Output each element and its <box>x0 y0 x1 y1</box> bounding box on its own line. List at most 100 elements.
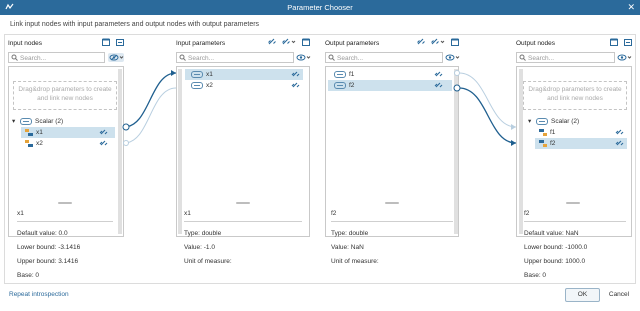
parameter-tag-icon <box>334 71 346 78</box>
input-parameters-search[interactable]: Search... <box>176 52 294 63</box>
output-nodes-title: Output nodes <box>516 40 556 47</box>
remove-node-icon[interactable] <box>116 38 124 46</box>
collapse-icon[interactable]: ▾ <box>12 117 15 125</box>
search-placeholder: Search... <box>188 54 215 62</box>
group-label: Scalar (2) <box>35 118 64 125</box>
link-icon[interactable] <box>291 70 300 79</box>
parameter-label: x2 <box>206 82 213 89</box>
unlink-menu-icon[interactable] <box>282 38 296 46</box>
detail-name: x1 <box>184 210 191 217</box>
cancel-button[interactable]: Cancel <box>606 288 632 302</box>
detail-line: Default value: NaN <box>524 230 579 237</box>
add-parameter-icon[interactable] <box>302 38 310 46</box>
splitter-handle[interactable] <box>566 202 580 204</box>
list-item[interactable]: x1 <box>21 127 115 138</box>
splitter-handle[interactable] <box>385 202 399 204</box>
drop-zone[interactable]: Drag&drop parameters to create and link … <box>13 81 117 110</box>
detail-line: Unit of measure: <box>184 258 232 265</box>
scrollbar[interactable] <box>519 69 523 234</box>
list-item[interactable]: x2 <box>21 138 115 149</box>
node-label: x2 <box>36 140 43 147</box>
output-nodes-panel: Drag&drop parameters to create and link … <box>516 66 632 237</box>
link-icon[interactable] <box>615 139 624 148</box>
search-placeholder: Search... <box>20 54 47 62</box>
node-icon <box>539 140 547 147</box>
splitter-handle[interactable] <box>236 202 250 204</box>
node-label: f1 <box>550 129 556 136</box>
input-nodes-search[interactable]: Search... <box>8 52 105 63</box>
output-parameters-panel: f1 f2 <box>325 66 459 237</box>
group-label: Scalar (2) <box>551 118 580 125</box>
group-row[interactable]: ▾ Scalar (2) <box>527 116 627 127</box>
drop-zone[interactable]: Drag&drop parameters to create and link … <box>523 81 627 110</box>
close-icon[interactable]: ✕ <box>627 2 635 12</box>
link-icon[interactable] <box>291 81 300 90</box>
parameter-tag-icon <box>191 71 203 78</box>
node-icon <box>25 129 33 136</box>
output-parameters-column: Output parameters Search... f1 f2 f2 Typ… <box>325 37 460 282</box>
parameter-label: x1 <box>206 71 213 78</box>
detail-line: Type: double <box>184 230 222 237</box>
link-icon[interactable] <box>434 81 443 90</box>
detail-name: x1 <box>17 210 24 217</box>
detail-line: Base: 0 <box>17 272 40 279</box>
scalar-tag-icon <box>20 118 32 125</box>
parameter-label: f2 <box>349 82 355 89</box>
link-icon[interactable] <box>434 70 443 79</box>
parameter-label: f1 <box>349 71 355 78</box>
link-icon[interactable] <box>99 128 108 137</box>
add-parameter-icon[interactable] <box>451 38 459 46</box>
detail-line: Value: -1.0 <box>184 244 215 251</box>
visibility-filter-button[interactable] <box>444 53 460 62</box>
list-item[interactable]: f1 <box>328 69 452 80</box>
instructions-text: Link input nodes with input parameters a… <box>10 21 260 28</box>
unlink-menu-icon[interactable] <box>431 38 445 46</box>
ok-button[interactable]: OK <box>565 288 600 302</box>
splitter-handle[interactable] <box>58 202 72 204</box>
eye-icon <box>445 54 460 61</box>
input-parameters-panel: x1 x2 <box>176 66 310 237</box>
list-item[interactable]: x2 <box>185 80 303 91</box>
eye-icon <box>617 54 632 61</box>
scalar-tag-icon <box>536 118 548 125</box>
search-icon <box>179 54 186 61</box>
output-nodes-search[interactable]: Search... <box>516 52 615 63</box>
visibility-filter-button[interactable] <box>108 53 124 62</box>
window-title: Parameter Chooser <box>287 3 353 12</box>
link-all-icon[interactable] <box>268 38 276 46</box>
scrollbar[interactable] <box>178 69 182 234</box>
list-item[interactable]: f2 <box>328 80 452 91</box>
link-all-icon[interactable] <box>417 38 425 46</box>
add-node-icon[interactable] <box>610 38 619 46</box>
parameter-tag-icon <box>191 82 203 89</box>
output-parameters-search[interactable]: Search... <box>325 52 443 63</box>
output-nodes-column: Output nodes Search... Drag&drop paramet… <box>516 37 632 282</box>
detail-name: f2 <box>524 210 530 217</box>
detail-line: Value: NaN <box>331 244 364 251</box>
list-item[interactable]: x1 <box>185 69 303 80</box>
list-item[interactable]: f1 <box>535 127 627 138</box>
scrollbar[interactable] <box>454 69 458 234</box>
detail-name: f2 <box>331 210 337 217</box>
input-parameters-title: Input parameters <box>176 40 226 47</box>
input-nodes-title: Input nodes <box>8 40 42 47</box>
visibility-filter-button[interactable] <box>295 53 311 62</box>
group-row[interactable]: ▾ Scalar (2) <box>11 116 115 127</box>
repeat-introspection-link[interactable]: Repeat introspection <box>9 291 69 298</box>
detail-line: Upper bound: 3.1416 <box>17 258 79 265</box>
search-icon <box>328 54 335 61</box>
add-node-icon[interactable] <box>102 38 111 46</box>
link-icon[interactable] <box>99 139 108 148</box>
node-label: x1 <box>36 129 43 136</box>
input-nodes-column: Input nodes Search... Drag&drop paramete… <box>8 37 124 282</box>
output-parameters-title: Output parameters <box>325 40 380 47</box>
detail-line: Type: double <box>331 230 369 237</box>
search-icon <box>519 54 526 61</box>
collapse-icon[interactable]: ▾ <box>528 117 531 125</box>
list-item[interactable]: f2 <box>535 138 627 149</box>
remove-node-icon[interactable] <box>624 38 632 46</box>
detail-line: Unit of measure: <box>331 258 379 265</box>
visibility-filter-button[interactable] <box>616 53 632 62</box>
link-icon[interactable] <box>615 128 624 137</box>
scrollbar[interactable] <box>118 69 122 234</box>
